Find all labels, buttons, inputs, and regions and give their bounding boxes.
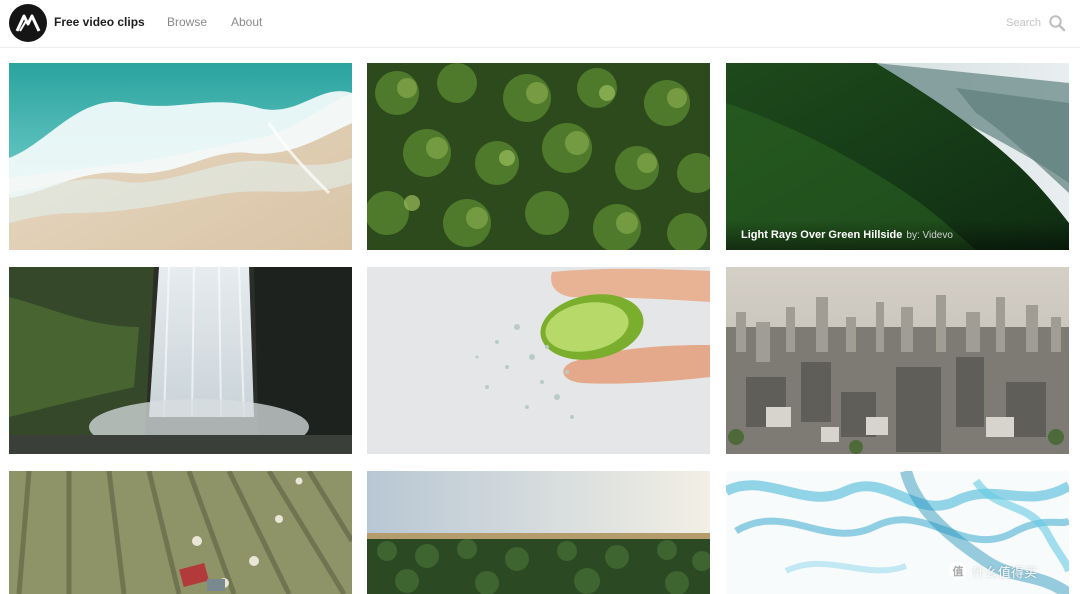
lime-squeeze-image: [367, 267, 710, 454]
waterfall-image: [9, 267, 352, 454]
watermark-icon: 值: [949, 562, 967, 580]
video-thumbnail-hay-field[interactable]: [9, 471, 352, 594]
video-thumbnail-city-aerial[interactable]: [726, 267, 1069, 454]
forest-sunrise-image: [367, 471, 710, 594]
video-thumbnail-ocean-waves[interactable]: [9, 63, 352, 250]
pine-forest-image: [367, 63, 710, 250]
clip-caption-author: by: Videvo: [906, 229, 953, 241]
video-thumbnail-waterfall[interactable]: [9, 267, 352, 454]
watermark: 值 什么值得买: [949, 560, 1037, 582]
watermark-text: 什么值得买: [972, 564, 1038, 580]
clip-caption-title[interactable]: Light Rays Over Green Hillside: [741, 229, 902, 241]
hay-field-image: [9, 471, 352, 594]
video-thumbnail-pine-forest[interactable]: [367, 63, 710, 250]
video-grid: Light Rays Over Green Hillside by: Videv…: [0, 0, 1080, 594]
clip-caption: Light Rays Over Green Hillside by: Videv…: [726, 220, 1069, 250]
video-thumbnail-forest-sunrise[interactable]: [367, 471, 710, 594]
city-aerial-image: [726, 267, 1069, 454]
video-thumbnail-green-hillside[interactable]: Light Rays Over Green Hillside by: Videv…: [726, 63, 1069, 250]
video-thumbnail-lime-squeeze[interactable]: [367, 267, 710, 454]
ocean-waves-image: [9, 63, 352, 250]
